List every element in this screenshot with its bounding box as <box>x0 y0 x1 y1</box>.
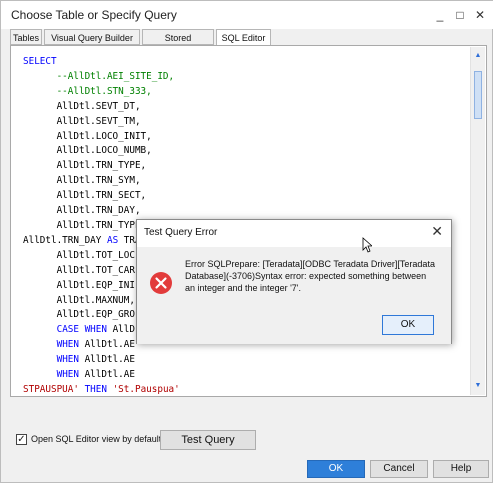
code-token: AllDtl.LOCO_INIT, <box>23 130 152 142</box>
maximize-button[interactable]: □ <box>450 5 470 25</box>
scroll-thumb[interactable] <box>474 71 482 119</box>
code-token: AllDtl.TOT_LOC <box>23 249 135 261</box>
code-token: AllDtl.AE <box>78 369 135 381</box>
code-token: AllDtl.TRN_SECT, <box>23 190 147 202</box>
code-line: STPAUSPUA' THEN 'St.Pauspua' <box>23 383 463 395</box>
code-token: WHEN <box>56 369 79 381</box>
error-icon <box>150 272 172 294</box>
scroll-down-icon[interactable]: ▼ <box>471 379 485 393</box>
tab-sql-editor[interactable]: SQL Editor <box>216 29 271 46</box>
code-token: WHEN <box>56 339 79 351</box>
code-token: AllDtl.SEVT_TM, <box>23 115 141 127</box>
dialog-body: Error SQLPrepare: [Teradata][ODBC Terada… <box>137 247 451 344</box>
ok-button[interactable]: OK <box>307 460 365 478</box>
code-line: WHEN AllDtl.AE <box>23 368 463 383</box>
code-token: AllDtl.TRN_TYPE, <box>23 160 147 172</box>
code-line: AllDtl.TRN_SECT, <box>23 189 463 204</box>
code-line: AllDtl.SEVT_TM, <box>23 115 463 130</box>
code-line: AllDtl.LOCO_NUMB, <box>23 144 463 159</box>
code-token: 'St.Pauspua' <box>112 383 180 395</box>
code-token: --AllDtl.STN_333, <box>23 85 152 97</box>
code-line: AllDtl.TRN_SYM, <box>23 174 463 189</box>
dialog-ok-button[interactable]: OK <box>382 315 434 335</box>
code-line: SELECT <box>23 55 463 70</box>
title-bar[interactable]: Choose Table or Specify Query _ □ ✕ <box>1 1 493 29</box>
code-line: --AllDtl.STN_333, <box>23 85 463 100</box>
code-token: AllD <box>106 324 135 336</box>
dialog-close-icon[interactable]: ✕ <box>431 223 443 240</box>
error-message: Error SQLPrepare: [Teradata][ODBC Terada… <box>185 259 435 293</box>
tab-stored-procedures[interactable]: Stored Procedures <box>142 29 214 59</box>
code-token: AllDtl.EQP_GRO <box>23 309 135 321</box>
code-token: WHEN <box>56 354 79 366</box>
open-sql-editor-checkbox[interactable]: ✓ <box>16 434 27 445</box>
code-line: --AllDtl.AEI_SITE_ID, <box>23 70 463 85</box>
code-token: STPAUSPUA' <box>23 383 79 395</box>
help-button[interactable]: Help <box>433 460 489 478</box>
tab-tables[interactable]: Tables <box>10 29 42 45</box>
code-token: AllDtl.SEVT_DT, <box>23 100 141 112</box>
code-token: AllDtl.EQP_INI <box>23 279 135 291</box>
code-line: AllDtl.TRN_TYPE, <box>23 159 463 174</box>
window-title: Choose Table or Specify Query <box>11 8 177 22</box>
query-window: Choose Table or Specify Query _ □ ✕ Tabl… <box>0 0 493 483</box>
code-token: THEN <box>78 383 113 395</box>
scroll-up-icon[interactable]: ▲ <box>471 49 485 63</box>
mouse-cursor-icon <box>362 237 372 253</box>
code-line: WHEN AllDtl.AE <box>23 353 463 368</box>
code-token: AllDtl.TRN_TYPE|| <box>23 219 152 231</box>
code-token: AllDtl.LOCO_NUMB, <box>23 145 152 157</box>
cancel-button[interactable]: Cancel <box>370 460 428 478</box>
code-token: SELECT <box>23 56 57 67</box>
code-token: AllDtl.TOT_CAR <box>23 264 135 276</box>
code-line: AllDtl.SEVT_DT, <box>23 100 463 115</box>
close-button[interactable]: ✕ <box>470 5 490 25</box>
tab-visual-query-builder[interactable]: Visual Query Builder <box>44 29 140 45</box>
code-token: AllDtl.AE <box>78 339 135 351</box>
code-token: AllDtl.TRN_DAY, <box>23 205 141 217</box>
code-token: AllDtl.AE <box>78 354 135 366</box>
test-query-button[interactable]: Test Query <box>160 430 256 450</box>
code-token: AllDtl.MAXNUM, <box>23 294 135 306</box>
code-token: AllDtl.TRN_DAY <box>23 234 107 246</box>
open-sql-editor-label: Open SQL Editor view by default <box>31 434 162 444</box>
code-line: AllDtl.LOCO_INIT, <box>23 130 463 145</box>
code-line: AllDtl.TRN_DAY, <box>23 204 463 219</box>
vertical-scrollbar[interactable]: ▲ ▼ <box>470 47 485 395</box>
dialog-title: Test Query Error <box>144 227 218 238</box>
minimize-button[interactable]: _ <box>430 5 450 25</box>
code-token: AS <box>106 234 119 246</box>
code-token: --AllDtl.AEI_SITE_ID, <box>23 70 175 82</box>
code-token: CASE WHEN <box>56 324 107 336</box>
test-query-error-dialog: Test Query Error ✕ Error SQLPrepare: [Te… <box>136 219 452 344</box>
code-token: AllDtl.TRN_SYM, <box>23 175 141 187</box>
